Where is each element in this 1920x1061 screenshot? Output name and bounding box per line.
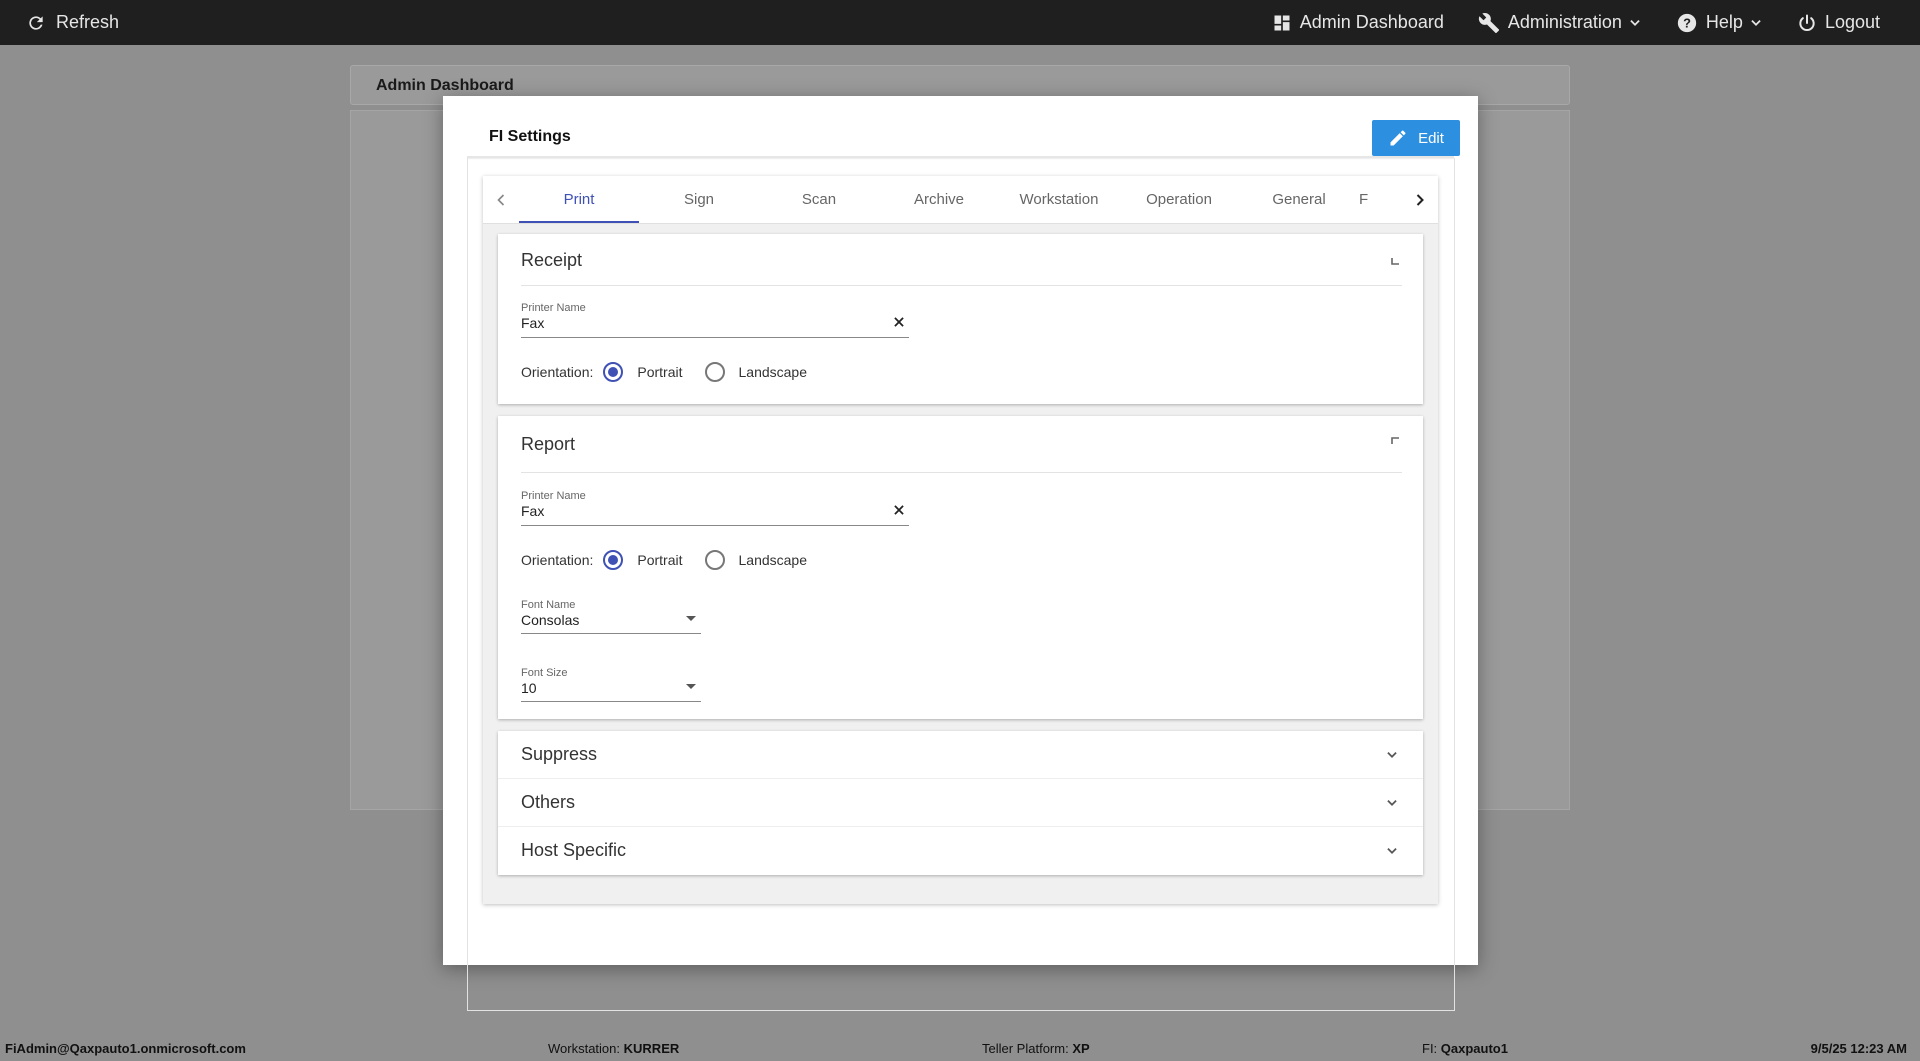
report-printer-name-field[interactable]: Printer Name Fax: [521, 490, 909, 526]
report-orientation-group: Orientation: Portrait Landscape: [521, 550, 817, 570]
landscape-radio[interactable]: [704, 362, 725, 382]
workstation-label: Workstation:: [548, 1041, 621, 1056]
printer-name-label: Printer Name: [521, 302, 586, 314]
tab-archive[interactable]: Archive: [879, 191, 999, 208]
fi-value: Qaxpauto1: [1440, 1041, 1508, 1056]
collapse-icon[interactable]: [1391, 256, 1401, 266]
status-bar: FiAdmin@Qaxpauto1.onmicrosoft.com Workst…: [0, 1036, 1920, 1061]
host-specific-section-header[interactable]: Host Specific: [498, 827, 1423, 875]
receipt-orientation-group: Orientation: Portrait Landscape: [521, 362, 817, 382]
fi-settings-dialog: FI Settings Edit Print Sign Scan Archive…: [443, 96, 1478, 1011]
top-navigation-bar: Refresh Admin Dashboard Administration ?…: [0, 0, 1920, 45]
portrait-label[interactable]: Portrait: [637, 552, 682, 568]
chevron-down-icon: [1387, 848, 1397, 854]
status-fi: FI: Qaxpauto1: [1422, 1041, 1508, 1056]
font-size-label: Font Size: [521, 667, 568, 679]
landscape-label[interactable]: Landscape: [739, 552, 808, 568]
edit-label: Edit: [1418, 129, 1444, 147]
settings-tab-container: Print Sign Scan Archive Workstation Oper…: [483, 176, 1438, 904]
font-name-value: Consolas: [521, 612, 580, 628]
platform-label: Teller Platform:: [982, 1041, 1069, 1056]
fi-label: FI:: [1422, 1041, 1438, 1056]
tab-operation[interactable]: Operation: [1119, 191, 1239, 208]
active-tab-indicator: [519, 221, 639, 223]
others-title: Others: [521, 792, 576, 812]
refresh-button[interactable]: Refresh: [26, 12, 119, 33]
pencil-icon: [1390, 130, 1406, 146]
font-size-select[interactable]: Font Size 10: [521, 667, 701, 702]
tab-scan[interactable]: Scan: [759, 191, 879, 208]
receipt-title: Receipt: [521, 250, 583, 270]
refresh-icon: [29, 15, 43, 30]
dashboard-icon: [1274, 15, 1290, 30]
page-title: Admin Dashboard: [376, 77, 514, 94]
printer-name-label: Printer Name: [521, 490, 586, 502]
edit-button[interactable]: Edit: [1372, 120, 1460, 156]
tabs-scroll-left-icon[interactable]: [491, 190, 511, 210]
host-specific-title: Host Specific: [521, 840, 627, 860]
dialog-title: FI Settings: [489, 128, 571, 145]
font-size-value: 10: [521, 680, 537, 696]
portrait-label[interactable]: Portrait: [637, 364, 682, 380]
admin-dashboard-label: Admin Dashboard: [1299, 12, 1444, 32]
collapse-icon[interactable]: [1391, 436, 1401, 446]
clear-icon[interactable]: [892, 315, 906, 329]
printer-name-value: Fax: [521, 315, 545, 331]
portrait-radio[interactable]: [603, 362, 624, 382]
receipt-divider: [521, 285, 1402, 286]
chevron-down-icon: [1387, 752, 1397, 758]
report-divider: [521, 472, 1402, 473]
dropdown-caret-icon: [686, 616, 696, 621]
refresh-label: Refresh: [56, 12, 120, 32]
help-menu[interactable]: ? Help: [1676, 12, 1763, 34]
platform-value: XP: [1072, 1041, 1090, 1056]
report-title: Report: [521, 434, 576, 454]
administration-menu[interactable]: Administration: [1478, 12, 1642, 34]
tab-truncated[interactable]: F: [1341, 191, 1401, 208]
power-icon: [1799, 14, 1815, 31]
settings-tabs: Print Sign Scan Archive Workstation Oper…: [483, 176, 1438, 224]
collapsed-sections-panel: Suppress Others Host Specific: [498, 731, 1423, 875]
suppress-section-header[interactable]: Suppress: [498, 731, 1423, 779]
report-panel: Report Printer Name Fax Orientation: Por…: [498, 416, 1423, 719]
tabs-scroll-right-icon[interactable]: [1410, 190, 1430, 210]
receipt-panel: Receipt Printer Name Fax Orientation: Po…: [498, 234, 1423, 404]
workstation-value: KURRER: [623, 1041, 680, 1056]
status-user: FiAdmin@Qaxpauto1.onmicrosoft.com: [5, 1041, 246, 1056]
tab-print[interactable]: Print: [519, 191, 639, 208]
help-icon: ?: [1677, 13, 1697, 32]
tab-sign[interactable]: Sign: [639, 191, 759, 208]
admin-dashboard-link[interactable]: Admin Dashboard: [1272, 12, 1444, 33]
tab-workstation[interactable]: Workstation: [999, 191, 1119, 208]
status-workstation: Workstation: KURRER: [548, 1041, 679, 1056]
dropdown-caret-icon: [686, 684, 696, 689]
portrait-radio[interactable]: [603, 550, 624, 570]
administration-label: Administration: [1507, 12, 1622, 32]
font-name-label: Font Name: [521, 599, 576, 611]
status-datetime: 9/5/25 12:23 AM: [1810, 1041, 1907, 1056]
logout-label: Logout: [1824, 12, 1880, 32]
logout-button[interactable]: Logout: [1797, 12, 1880, 33]
orientation-label: Orientation:: [521, 552, 594, 568]
printer-name-value: Fax: [521, 503, 545, 519]
landscape-label[interactable]: Landscape: [739, 364, 808, 380]
receipt-printer-name-field[interactable]: Printer Name Fax: [521, 302, 909, 338]
svg-text:?: ?: [1683, 15, 1691, 30]
status-teller-platform: Teller Platform: XP: [982, 1041, 1090, 1056]
chevron-down-icon: [1751, 19, 1761, 26]
suppress-title: Suppress: [521, 744, 598, 764]
landscape-radio[interactable]: [704, 550, 725, 570]
chevron-down-icon: [1387, 800, 1397, 806]
font-name-select[interactable]: Font Name Consolas: [521, 599, 701, 634]
orientation-label: Orientation:: [521, 364, 594, 380]
wrench-icon: [1478, 12, 1499, 33]
clear-icon[interactable]: [892, 503, 906, 517]
others-section-header[interactable]: Others: [498, 779, 1423, 827]
chevron-down-icon: [1630, 19, 1640, 26]
help-label: Help: [1705, 12, 1743, 32]
